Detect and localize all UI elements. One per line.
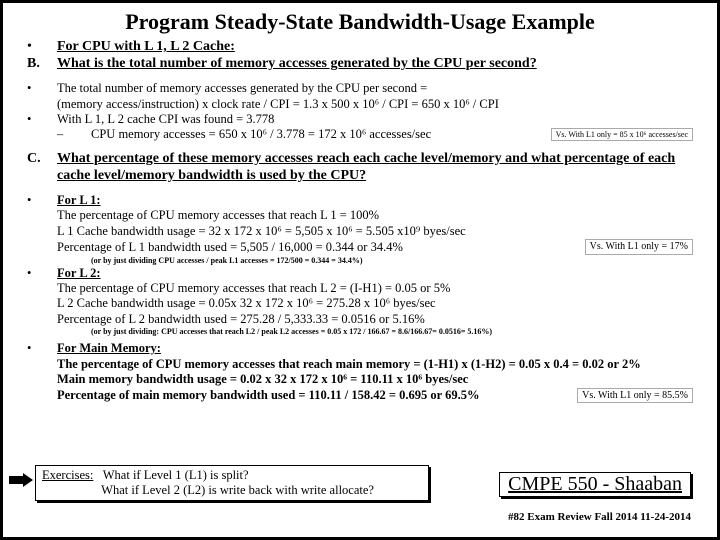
l1-line1: The percentage of CPU memory accesses th…: [57, 208, 693, 222]
bullet: •: [27, 266, 57, 280]
l2-tiny: (or by just dividing: CPU accesses that …: [91, 327, 693, 336]
bullet: •: [27, 341, 57, 355]
bullet: •: [27, 112, 57, 126]
l2-line3: Percentage of L 2 bandwidth used = 275.2…: [57, 312, 693, 326]
calc-b-line4-row: CPU memory accesses = 650 x 10⁶ / 3.778 …: [91, 127, 693, 141]
mm-head: For Main Memory:: [57, 341, 693, 355]
compare-box: Vs. With L1 only = 17%: [585, 239, 693, 255]
compare-box: Vs. With L1 only = 85 x 10⁶ accesses/sec: [551, 128, 693, 141]
question-b: What is the total number of memory acces…: [57, 56, 693, 72]
l1-line2: L 1 Cache bandwidth usage = 32 x 172 x 1…: [57, 224, 693, 238]
label-b: B.: [27, 56, 57, 72]
l1-line3-row: Percentage of L 1 bandwidth used = 5,505…: [57, 239, 693, 255]
exercises-q2: What if Level 2 (L2) is write back with …: [101, 483, 374, 497]
calc-b-line3: With L 1, L 2 cache CPI was found = 3.77…: [57, 112, 693, 126]
calc-b-line4: CPU memory accesses = 650 x 10⁶ / 3.778 …: [91, 127, 547, 141]
slide: Program Steady-State Bandwidth-Usage Exa…: [0, 0, 720, 540]
bullet: •: [27, 39, 57, 55]
question-c-b: cache level/memory bandwidth is used by …: [57, 168, 693, 184]
l1-head: For L 1:: [57, 193, 693, 207]
l2-head: For L 2:: [57, 266, 693, 280]
bullet: •: [27, 193, 57, 207]
bullet: •: [27, 81, 57, 95]
question-b-intro: For CPU with L 1, L 2 Cache:: [57, 39, 693, 55]
exercises-q1: What if Level 1 (L1) is split?: [103, 468, 249, 482]
arrow-right-icon: [9, 473, 33, 487]
mm-line3-row: Percentage of main memory bandwidth used…: [57, 388, 693, 404]
exercises-box: Exercises: What if Level 1 (L1) is split…: [35, 465, 429, 501]
calc-b-line1: The total number of memory accesses gene…: [57, 81, 693, 95]
label-c: C.: [27, 151, 57, 167]
dash: –: [57, 127, 91, 141]
mm-line1: The percentage of CPU memory accesses th…: [57, 357, 693, 371]
question-c-a: What percentage of these memory accesses…: [57, 151, 693, 167]
exercises-label: Exercises:: [42, 468, 93, 482]
calc-b-line2: (memory access/instruction) x clock rate…: [57, 97, 693, 111]
l1-tiny: (or by just dividing CPU accesses / peak…: [91, 256, 693, 265]
l1-line3: Percentage of L 1 bandwidth used = 5,505…: [57, 240, 581, 254]
mm-line2: Main memory bandwidth usage = 0.02 x 32 …: [57, 372, 693, 386]
compare-box: Vs. With L1 only = 85.5%: [577, 388, 693, 404]
mm-line3: Percentage of main memory bandwidth used…: [57, 388, 573, 402]
slide-footer: #82 Exam Review Fall 2014 11-24-2014: [508, 511, 691, 523]
l2-line1: The percentage of CPU memory accesses th…: [57, 281, 693, 295]
course-box: CMPE 550 - Shaaban: [499, 472, 691, 497]
slide-title: Program Steady-State Bandwidth-Usage Exa…: [27, 9, 693, 35]
l2-line2: L 2 Cache bandwidth usage = 0.05x 32 x 1…: [57, 296, 693, 310]
